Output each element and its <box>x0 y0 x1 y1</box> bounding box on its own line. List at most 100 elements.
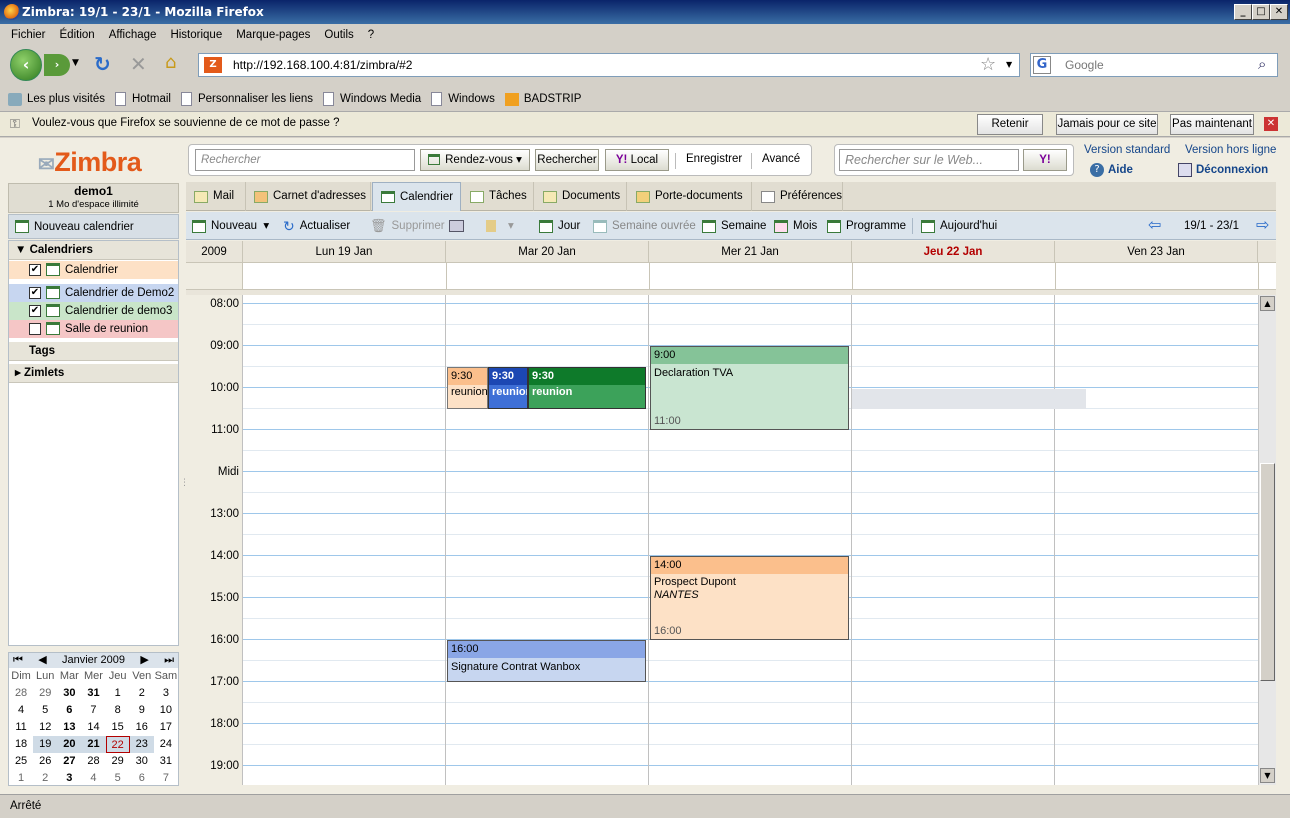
retain-password-button[interactable]: Retenir <box>977 114 1043 135</box>
tab-calendar[interactable]: Calendrier <box>372 182 461 211</box>
day-cell[interactable]: 8 <box>106 702 130 719</box>
zimbra-search-input[interactable]: Rechercher <box>195 149 415 171</box>
day-cell[interactable]: 30 <box>57 685 81 702</box>
web-search-input[interactable]: Rechercher sur le Web... <box>839 149 1019 171</box>
new-button[interactable]: Nouveau ▾ <box>192 212 269 240</box>
calendar-checkbox[interactable]: ✔ <box>29 286 41 299</box>
minimize-button[interactable]: _ <box>1234 4 1252 20</box>
standard-version-link[interactable]: Version standard <box>1084 144 1170 156</box>
day-cell[interactable]: 29 <box>106 753 130 770</box>
scroll-down-icon[interactable]: ▼ <box>1260 768 1275 783</box>
zimlets-header[interactable]: ▸ Zimlets <box>9 364 178 383</box>
appointment-signature-contrat[interactable]: 16:00 Signature Contrat Wanbox <box>447 640 646 682</box>
day-cell[interactable]: 18 <box>9 736 33 753</box>
history-dropdown-icon[interactable]: ▼ <box>72 58 79 68</box>
tab-tasks[interactable]: Tâches <box>462 182 534 211</box>
day-cell[interactable]: 15 <box>106 719 130 736</box>
next-week-icon[interactable]: ⇨ <box>1256 212 1269 240</box>
day-cell[interactable]: 10 <box>154 702 178 719</box>
home-icon[interactable]: ⌂ <box>165 52 176 73</box>
prev-year-icon[interactable]: ⏮ <box>13 653 23 668</box>
reload-icon[interactable]: ↻ <box>94 52 111 76</box>
previous-week-icon[interactable]: ⇦ <box>1148 212 1161 240</box>
scroll-thumb[interactable] <box>1260 463 1275 681</box>
tab-preferences[interactable]: Préférences <box>753 182 843 211</box>
print-button[interactable] <box>449 212 464 240</box>
calendar-item[interactable]: ✔ Calendrier <box>9 261 178 279</box>
maximize-button[interactable]: □ <box>1252 4 1270 20</box>
next-year-icon[interactable]: ⏭ <box>164 653 174 668</box>
stop-icon[interactable]: ✕ <box>130 52 147 76</box>
appointment-declaration-tva[interactable]: 9:00 Declaration TVA 11:00 <box>650 346 849 430</box>
day-header[interactable]: Mer 21 Jan <box>649 241 852 263</box>
save-search-button[interactable]: Enregistrer <box>686 153 742 165</box>
day-cell[interactable]: 9 <box>130 702 154 719</box>
tab-briefcase[interactable]: Porte-documents <box>628 182 752 211</box>
all-day-row[interactable] <box>186 263 1276 290</box>
day-cell[interactable]: 2 <box>130 685 154 702</box>
tab-documents[interactable]: Documents <box>535 182 627 211</box>
calendar-checkbox[interactable]: ✔ <box>29 304 41 317</box>
menu-historique[interactable]: Historique <box>163 29 229 41</box>
bookmark-hotmail[interactable]: Hotmail <box>114 92 171 106</box>
browser-search-input[interactable]: Google <box>1030 53 1278 77</box>
prev-month-icon[interactable]: ◀ <box>38 653 46 668</box>
day-cell[interactable]: 4 <box>81 770 105 787</box>
bookmark-badstrip[interactable]: BADSTRIP <box>504 92 581 106</box>
calendar-item[interactable]: ✔ Calendrier de demo3 <box>9 302 178 320</box>
appointment-prospect-dupont[interactable]: 14:00 Prospect Dupont NANTES 16:00 <box>650 556 849 640</box>
offline-version-link[interactable]: Version hors ligne <box>1185 144 1276 156</box>
day-cell[interactable]: 20 <box>57 736 82 753</box>
day-cell[interactable]: 28 <box>9 685 33 702</box>
day-header[interactable]: Ven 23 Jan <box>1055 241 1258 263</box>
delete-button[interactable]: 🗑 Supprimer <box>370 212 445 240</box>
menu-help[interactable]: ? <box>361 29 381 41</box>
day-cell[interactable]: 7 <box>154 770 178 787</box>
day-cell[interactable]: 5 <box>33 702 57 719</box>
day-cell[interactable]: 29 <box>33 685 57 702</box>
bookmark-windows[interactable]: Windows <box>431 92 495 106</box>
day-cell[interactable]: 31 <box>81 685 105 702</box>
bookmark-customize-links[interactable]: Personnaliser les liens <box>180 92 313 106</box>
calendar-checkbox[interactable]: ✔ <box>29 263 41 276</box>
today-button[interactable]: Aujourd'hui <box>921 212 997 240</box>
appointment-reunion[interactable]: 9:30 reunion <box>488 367 528 409</box>
day-cell[interactable]: 31 <box>154 753 178 770</box>
week-view-button[interactable]: Semaine <box>702 212 766 240</box>
calendar-scrollbar[interactable]: ▲ ▼ <box>1258 295 1276 785</box>
bookmark-windows-media[interactable]: Windows Media <box>323 92 421 106</box>
workweek-view-button[interactable]: Semaine ouvrée <box>593 212 696 240</box>
pane-resize-handle[interactable]: ⋮ <box>180 478 189 490</box>
menu-edition[interactable]: Édition <box>53 29 102 41</box>
calendar-item[interactable]: ✔ Calendrier de Demo2 <box>9 284 178 302</box>
day-cell[interactable]: 2 <box>33 770 57 787</box>
search-magnifier-icon[interactable]: ⌕ <box>1258 55 1266 73</box>
calendars-header[interactable]: ▼ Calendriers <box>9 241 178 260</box>
day-cell[interactable]: 17 <box>154 719 178 736</box>
scroll-up-icon[interactable]: ▲ <box>1260 296 1275 311</box>
appointment-reunion[interactable]: 9:30 reunion <box>447 367 488 409</box>
day-header[interactable]: Lun 19 Jan <box>243 241 446 263</box>
day-cell[interactable]: 14 <box>81 719 105 736</box>
day-cell[interactable]: 5 <box>106 770 130 787</box>
day-cell[interactable]: 11 <box>9 719 33 736</box>
new-calendar-button[interactable]: Nouveau calendrier <box>8 214 179 239</box>
back-button[interactable]: ‹ <box>10 49 42 81</box>
google-engine-icon[interactable]: G <box>1033 56 1051 74</box>
appointment-reunion[interactable]: 9:30 reunion <box>528 367 646 409</box>
advanced-search-button[interactable]: Avancé <box>762 153 800 165</box>
day-cell[interactable]: 26 <box>33 753 57 770</box>
next-month-icon[interactable]: ▶ <box>140 653 148 668</box>
day-view-button[interactable]: Jour <box>539 212 580 240</box>
tag-button[interactable]: ▾ <box>486 212 514 240</box>
day-cell[interactable]: 6 <box>57 702 81 719</box>
schedule-view-button[interactable]: Programme <box>827 212 906 240</box>
never-for-site-button[interactable]: Jamais pour ce site <box>1056 114 1158 135</box>
tags-header[interactable]: Tags <box>9 342 178 361</box>
day-cell[interactable]: 13 <box>57 719 81 736</box>
calendar-item[interactable]: Salle de reunion <box>9 320 178 338</box>
logout-link[interactable]: Déconnexion <box>1178 163 1268 177</box>
search-type-dropdown[interactable]: Rendez-vous ▾ <box>420 149 530 171</box>
day-cell[interactable]: 1 <box>9 770 33 787</box>
day-cell[interactable]: 30 <box>130 753 154 770</box>
